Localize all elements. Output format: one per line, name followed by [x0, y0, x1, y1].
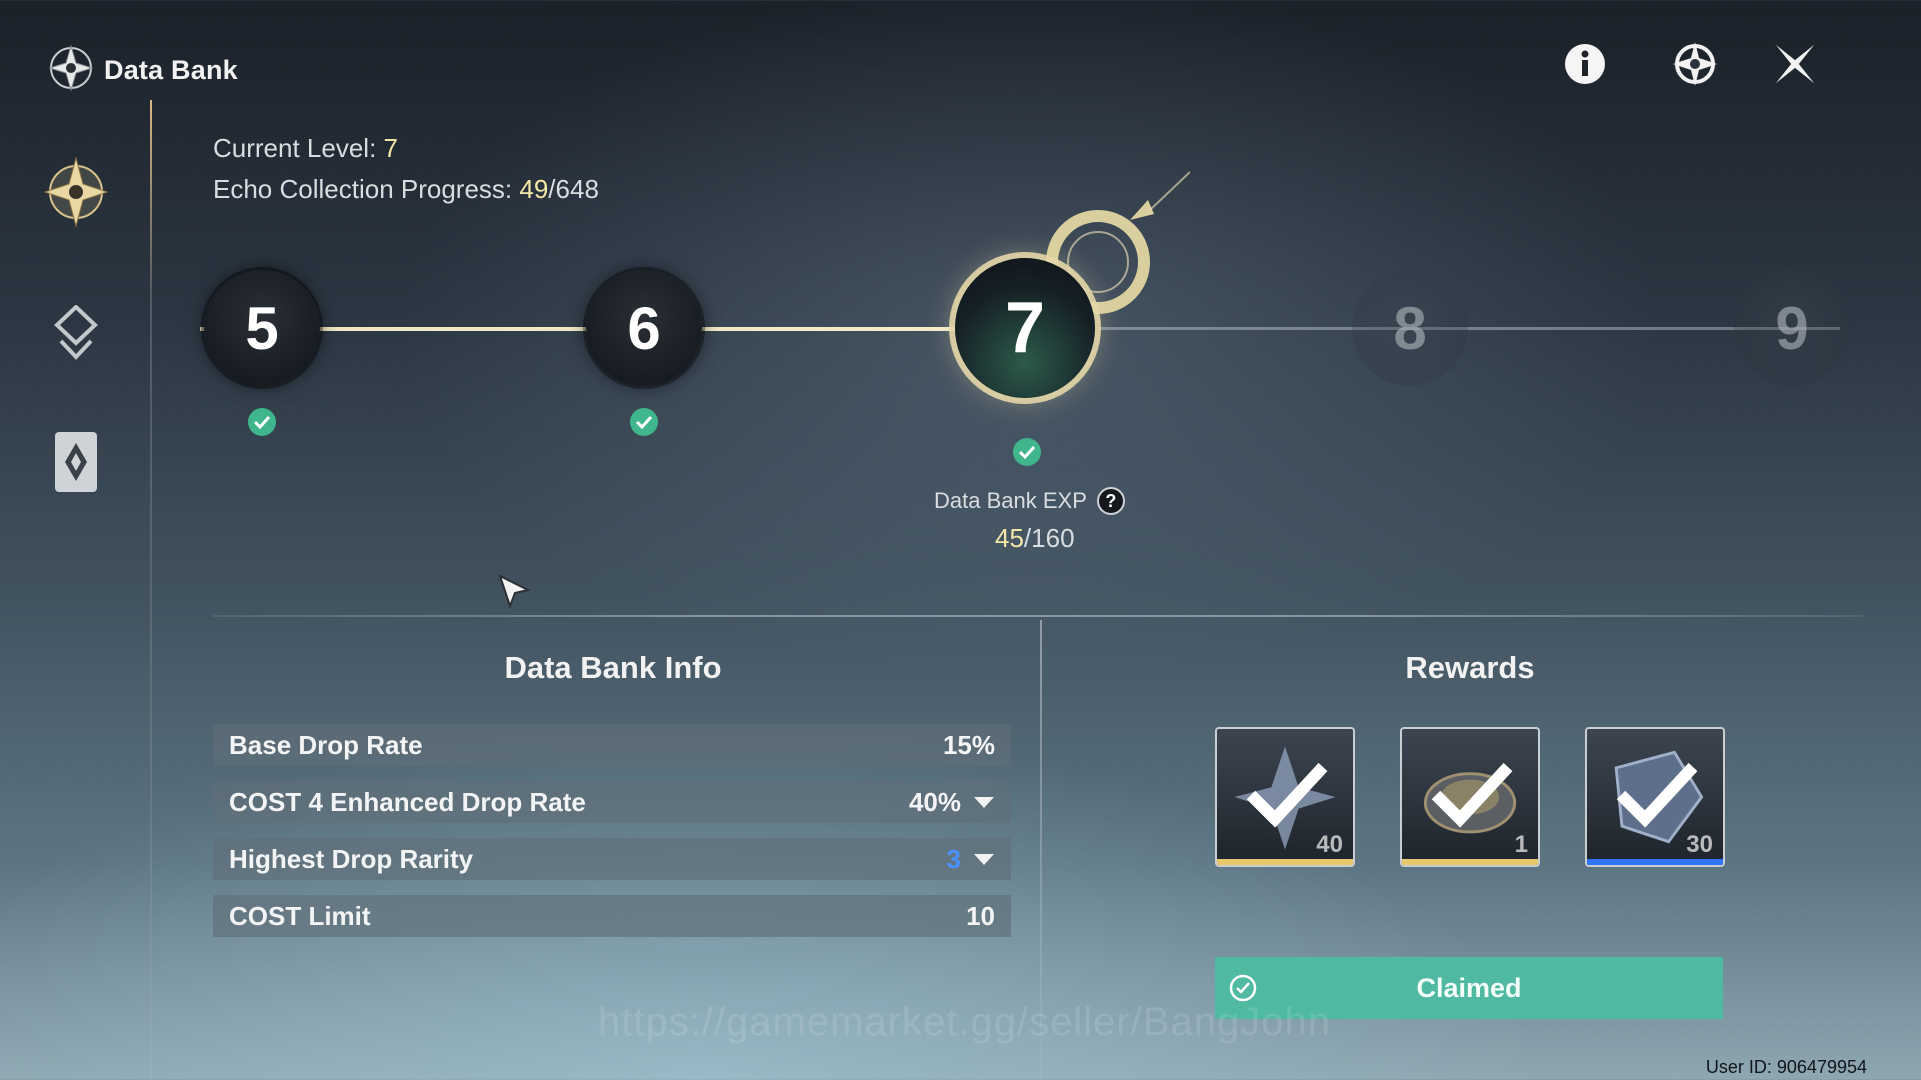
help-icon[interactable]: ? — [1096, 487, 1125, 515]
current-level-value: 7 — [383, 133, 399, 163]
rarity-bar — [1217, 859, 1353, 865]
upgrade-arrow-icon[interactable] — [973, 852, 995, 866]
section-divider — [213, 615, 1863, 617]
info-row-value-wrap: 10 — [966, 901, 995, 932]
info-row-highest-rarity: Highest Drop Rarity 3 — [213, 838, 1011, 880]
info-row-base-drop-rate: Base Drop Rate 15% — [213, 724, 1011, 766]
tuner-button[interactable] — [1671, 40, 1719, 88]
info-row-value: 15% — [942, 729, 995, 760]
info-row-label: COST Limit — [229, 900, 371, 931]
info-panel-title: Data Bank Info — [504, 650, 722, 685]
upgrade-arrow-icon[interactable] — [973, 795, 995, 809]
info-row-value: 40% — [908, 786, 961, 817]
collection-progress-current: 49 — [519, 174, 549, 204]
check-circle-icon — [1229, 974, 1257, 1002]
info-row-label: Highest Drop Rarity — [229, 843, 474, 874]
current-level-label: Current Level: — [213, 133, 377, 163]
info-row-label: COST 4 Enhanced Drop Rate — [229, 786, 586, 817]
level-node-8[interactable]: 8 — [1352, 270, 1468, 386]
level-node-5[interactable]: 5 — [204, 270, 320, 386]
info-table: Base Drop Rate 15% COST 4 Enhanced Drop … — [213, 724, 1011, 952]
close-button[interactable] — [1771, 40, 1819, 88]
rarity-bar — [1402, 859, 1538, 865]
collection-progress-total: /648 — [548, 174, 599, 204]
level-number: 7 — [1004, 288, 1046, 368]
level-number: 5 — [245, 294, 279, 362]
reward-item[interactable]: 40 — [1215, 727, 1355, 867]
info-row-value-wrap: 40% — [909, 787, 995, 818]
level-node-6[interactable]: 6 — [586, 270, 702, 386]
sidebar-item-data-bank[interactable] — [36, 152, 116, 232]
level-6-check-icon — [630, 408, 658, 436]
collection-progress-line: Echo Collection Progress: 49/648 — [213, 169, 599, 210]
rarity-bar — [1587, 859, 1723, 865]
level-number: 6 — [627, 294, 661, 362]
claimed-check-icon — [1246, 762, 1328, 828]
info-row-cost-limit: COST Limit 10 — [213, 895, 1011, 937]
claimed-check-icon — [1431, 762, 1513, 828]
claimed-label: Claimed — [1416, 972, 1522, 1003]
data-bank-emblem-icon — [43, 156, 109, 228]
level-info: Current Level: 7 Echo Collection Progres… — [213, 128, 599, 210]
reward-quantity: 1 — [1514, 831, 1528, 858]
level-track: 5 6 7 8 9 — [0, 171, 1921, 480]
track-remaining-line — [1100, 327, 1840, 330]
exp-current: 45 — [995, 523, 1024, 553]
info-row-label: Base Drop Rate — [229, 729, 423, 760]
claimed-check-icon — [1616, 762, 1698, 828]
data-bank-exp: Data Bank EXP ? — [934, 487, 1125, 515]
info-row-value: 3 — [946, 843, 961, 874]
reward-item[interactable]: 1 — [1400, 727, 1540, 867]
level-number: 8 — [1393, 294, 1427, 362]
cursor-icon — [498, 574, 531, 613]
info-row-value-wrap: 3 — [947, 844, 995, 875]
exp-total: /160 — [1023, 523, 1075, 553]
level-node-7[interactable]: 7 — [955, 258, 1095, 398]
info-button[interactable] — [1561, 40, 1609, 88]
reward-item[interactable]: 30 — [1585, 727, 1725, 867]
info-icon — [1565, 44, 1605, 84]
top-toolbar — [1561, 40, 1921, 90]
current-level-line: Current Level: 7 — [213, 128, 599, 169]
reward-quantity: 40 — [1316, 831, 1343, 858]
info-row-cost4-drop-rate: COST 4 Enhanced Drop Rate 40% — [213, 781, 1011, 823]
level-7-check-icon — [1013, 438, 1041, 466]
page-title: Data Bank — [104, 55, 238, 85]
exp-value: 45/160 — [995, 523, 1075, 554]
reward-quantity: 30 — [1686, 831, 1713, 858]
info-row-value: 10 — [966, 900, 995, 931]
user-id: User ID: 906479954 — [1705, 1057, 1867, 1077]
tuner-icon — [1673, 42, 1717, 86]
data-bank-emblem-icon — [48, 42, 94, 99]
info-row-value-wrap: 15% — [943, 730, 995, 761]
level-node-9[interactable]: 9 — [1734, 270, 1850, 386]
level-number: 9 — [1775, 294, 1809, 362]
rewards-title: Rewards — [1405, 650, 1535, 685]
close-icon — [1775, 44, 1815, 84]
collection-progress-label: Echo Collection Progress: — [213, 174, 513, 204]
app-header: Data Bank — [48, 42, 238, 99]
level-5-check-icon — [248, 408, 276, 436]
watermark: https://gamemarket.gg/seller/BangJohn — [598, 1000, 1331, 1044]
exp-label: Data Bank EXP — [934, 488, 1087, 513]
